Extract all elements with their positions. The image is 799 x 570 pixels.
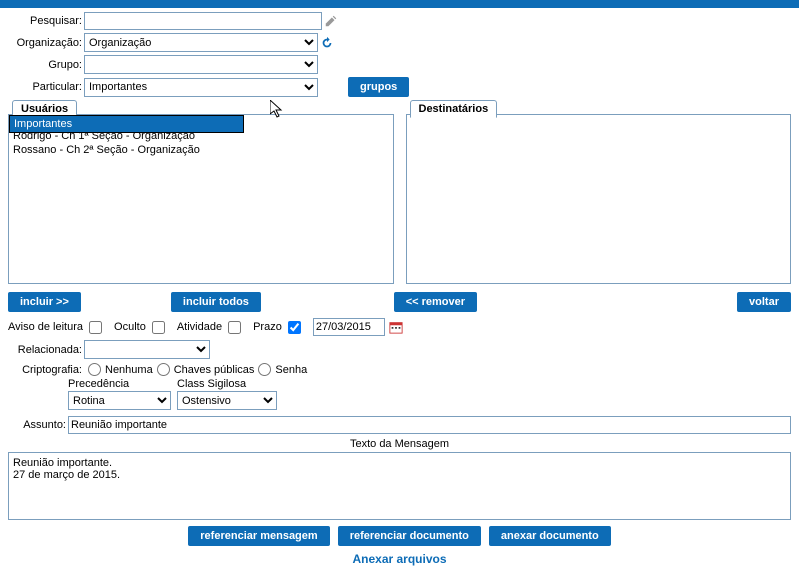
crypto-nenhuma-label: Nenhuma [105, 364, 153, 376]
assunto-input[interactable] [68, 416, 791, 434]
search-input[interactable] [84, 12, 322, 30]
usuarios-column: Usuários Importantes Reinert - Ch 3ª Seç… [8, 101, 394, 284]
prazo-checkbox[interactable] [288, 321, 301, 334]
list-item[interactable]: Rossano - Ch 2ª Seção - Organização [9, 143, 393, 157]
particular-label: Particular: [8, 81, 84, 93]
grupo-label: Grupo: [8, 59, 84, 71]
crypto-chaves-label: Chaves públicas [174, 364, 255, 376]
class-select[interactable]: Ostensivo [177, 391, 277, 410]
precedencia-header: Precedência [68, 378, 171, 390]
aviso-label: Aviso de leitura [8, 321, 83, 333]
msg-textarea[interactable]: Reunião importante. 27 de março de 2015. [8, 452, 791, 520]
refresh-icon[interactable] [320, 36, 334, 50]
voltar-button[interactable]: voltar [737, 292, 791, 312]
search-label: Pesquisar: [8, 15, 84, 27]
crypto-senha-label: Senha [275, 364, 307, 376]
precedencia-select[interactable]: Rotina [68, 391, 171, 410]
msg-line: Reunião importante. [13, 457, 786, 469]
assunto-label: Assunto: [8, 419, 68, 431]
destinatarios-column: Destinatários [406, 101, 792, 284]
relacionada-select[interactable] [84, 340, 210, 359]
class-header: Class Sigilosa [177, 378, 277, 390]
particular-dropdown-item[interactable]: Importantes [9, 115, 244, 133]
ref-mensagem-button[interactable]: referenciar mensagem [188, 526, 329, 546]
prazo-label: Prazo [253, 321, 282, 333]
aviso-checkbox[interactable] [89, 321, 102, 334]
top-bar [0, 0, 799, 8]
crypto-nenhuma-radio[interactable] [88, 363, 101, 376]
atividade-label: Atividade [177, 321, 222, 333]
edit-icon[interactable] [324, 14, 338, 28]
oculto-checkbox[interactable] [152, 321, 165, 334]
crypto-label: Criptografia: [8, 364, 84, 376]
grupo-select[interactable] [84, 55, 318, 74]
org-label: Organização: [8, 37, 84, 49]
usuarios-list[interactable]: Importantes Reinert - Ch 3ª Seção - Orga… [8, 114, 394, 284]
crypto-senha-radio[interactable] [258, 363, 271, 376]
remover-button[interactable]: << remover [394, 292, 477, 312]
atividade-checkbox[interactable] [228, 321, 241, 334]
ref-documento-button[interactable]: referenciar documento [338, 526, 481, 546]
anexar-arquivos-title[interactable]: Anexar arquivos [8, 552, 791, 566]
tab-destinatarios[interactable]: Destinatários [410, 100, 498, 118]
msg-line: 27 de março de 2015. [13, 469, 786, 481]
grupos-button[interactable]: grupos [348, 77, 409, 97]
particular-select[interactable]: Importantes [84, 78, 318, 97]
oculto-label: Oculto [114, 321, 146, 333]
calendar-icon[interactable] [389, 320, 403, 334]
relacionada-label: Relacionada: [8, 344, 84, 356]
org-select[interactable]: Organização [84, 33, 318, 52]
crypto-chaves-radio[interactable] [157, 363, 170, 376]
incluir-todos-button[interactable]: incluir todos [171, 292, 261, 312]
main-container: Pesquisar: Organização: Organização Grup… [0, 8, 799, 570]
msg-title: Texto da Mensagem [8, 438, 791, 450]
destinatarios-list[interactable] [406, 114, 792, 284]
anexar-documento-button[interactable]: anexar documento [489, 526, 611, 546]
incluir-button[interactable]: incluir >> [8, 292, 81, 312]
prazo-date-input[interactable] [313, 318, 385, 336]
